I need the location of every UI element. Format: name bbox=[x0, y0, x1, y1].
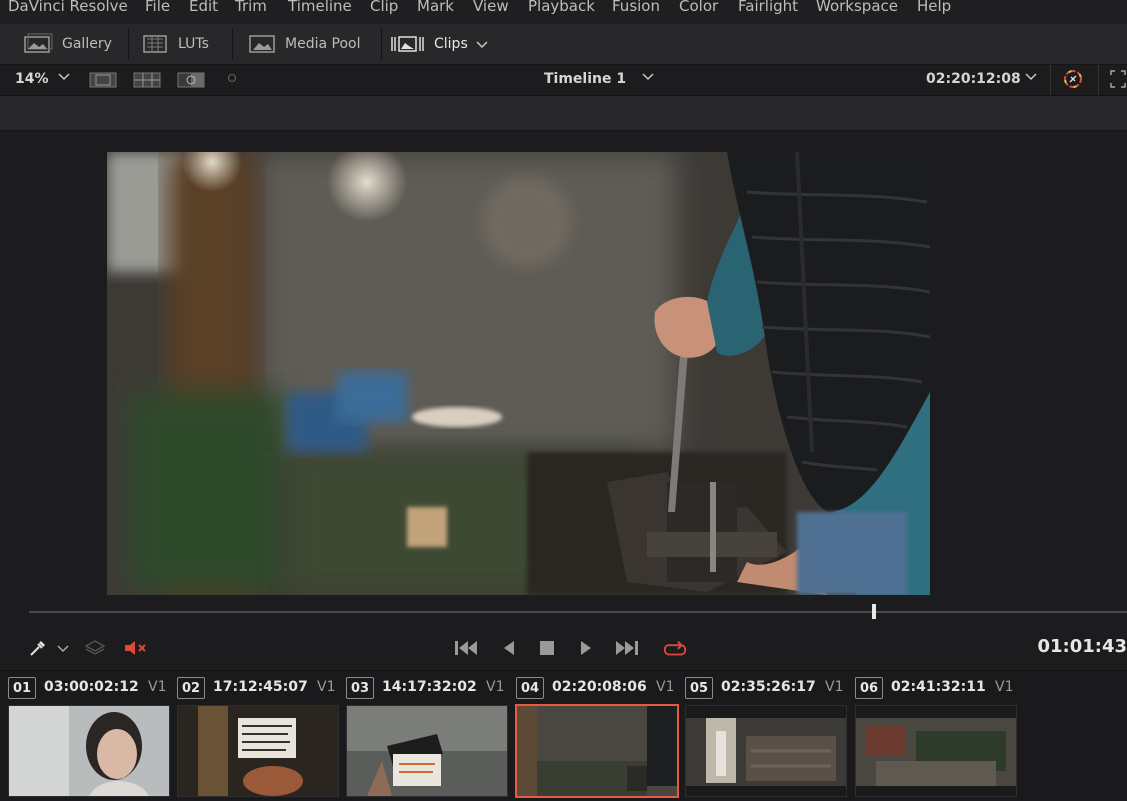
clips-label: Clips bbox=[434, 36, 468, 52]
clip-thumbnail[interactable] bbox=[177, 705, 339, 797]
menu-color[interactable]: Color bbox=[679, 0, 718, 15]
play-icon[interactable] bbox=[573, 637, 599, 659]
viewer-frame[interactable] bbox=[107, 152, 930, 595]
gallery-button[interactable]: Gallery bbox=[22, 30, 112, 58]
clip-item[interactable]: 02 17:12:45:07 V1 bbox=[177, 677, 339, 799]
media-pool-button[interactable]: Media Pool bbox=[247, 30, 360, 58]
clip-number: 04 bbox=[516, 677, 544, 699]
scrubber-track[interactable] bbox=[29, 611, 1127, 613]
scrubber-bar[interactable] bbox=[0, 597, 1127, 627]
menu-fairlight[interactable]: Fairlight bbox=[738, 0, 798, 15]
clip-track: V1 bbox=[825, 679, 844, 695]
viewer-panel bbox=[0, 131, 1127, 596]
zoom-chevron-down-icon[interactable] bbox=[58, 69, 70, 87]
clip-track: V1 bbox=[656, 679, 675, 695]
clip-item-selected[interactable]: 04 02:20:08:06 V1 bbox=[515, 677, 679, 799]
menu-workspace[interactable]: Workspace bbox=[816, 0, 898, 15]
luts-button[interactable]: LUTs bbox=[142, 30, 209, 58]
media-pool-label: Media Pool bbox=[285, 36, 361, 52]
menu-trim[interactable]: Trim bbox=[235, 0, 267, 15]
playhead[interactable] bbox=[872, 604, 877, 619]
menu-app[interactable]: DaVinci Resolve bbox=[8, 0, 128, 15]
timeline-chevron-down-icon[interactable] bbox=[642, 69, 654, 87]
clip-item[interactable]: 03 14:17:32:02 V1 bbox=[346, 677, 508, 799]
viewer-image bbox=[107, 152, 930, 595]
luts-label: LUTs bbox=[178, 36, 209, 52]
toolbar: Gallery LUTs Media Pool Clips bbox=[0, 24, 1127, 65]
menu-clip[interactable]: Clip bbox=[370, 0, 398, 15]
play-reverse-icon[interactable] bbox=[496, 637, 522, 659]
menu-fusion[interactable]: Fusion bbox=[612, 0, 660, 15]
clip-timecode: 02:41:32:11 bbox=[891, 679, 986, 695]
header-divider bbox=[1050, 65, 1051, 95]
clip-thumbnail[interactable] bbox=[515, 704, 679, 798]
menu-mark[interactable]: Mark bbox=[417, 0, 454, 15]
timeline-name[interactable]: Timeline 1 bbox=[544, 71, 626, 87]
toolbar-divider bbox=[232, 28, 233, 60]
clip-timecode: 02:35:26:17 bbox=[721, 679, 816, 695]
gallery-label: Gallery bbox=[62, 36, 112, 52]
viewer-subbar bbox=[0, 96, 1127, 131]
menu-edit[interactable]: Edit bbox=[189, 0, 218, 15]
transport-timecode: 01:01:43 bbox=[1037, 636, 1127, 657]
split-wipe-icon[interactable] bbox=[176, 71, 206, 89]
stop-icon[interactable] bbox=[534, 637, 560, 659]
clips-strip: 01 03:00:02:12 V1 02 17:12:45:07 V1 03 1… bbox=[0, 670, 1127, 801]
menu-timeline[interactable]: Timeline bbox=[288, 0, 352, 15]
clip-timecode: 17:12:45:07 bbox=[213, 679, 308, 695]
clip-item[interactable]: 05 02:35:26:17 V1 bbox=[685, 677, 847, 799]
skip-to-end-icon[interactable] bbox=[614, 637, 640, 659]
clip-track: V1 bbox=[486, 679, 505, 695]
status-dot bbox=[228, 74, 236, 82]
picker-chevron-down-icon[interactable] bbox=[54, 637, 72, 659]
clip-item[interactable]: 01 03:00:02:12 V1 bbox=[8, 677, 170, 799]
single-viewer-icon[interactable] bbox=[88, 71, 118, 89]
color-picker-icon[interactable] bbox=[25, 637, 51, 659]
zoom-level[interactable]: 14% bbox=[15, 71, 49, 87]
loop-icon[interactable] bbox=[662, 637, 688, 659]
clip-track: V1 bbox=[995, 679, 1014, 695]
toolbar-divider bbox=[381, 28, 382, 60]
clip-number: 06 bbox=[855, 677, 883, 699]
clip-thumbnail[interactable] bbox=[855, 705, 1017, 797]
layers-icon[interactable] bbox=[82, 637, 108, 659]
clip-number: 03 bbox=[346, 677, 374, 699]
clip-track: V1 bbox=[317, 679, 336, 695]
clip-number: 05 bbox=[685, 677, 713, 699]
clip-thumbnail[interactable] bbox=[346, 705, 508, 797]
menu-bar: DaVinci Resolve File Edit Trim Timeline … bbox=[0, 0, 1127, 18]
menu-file[interactable]: File bbox=[145, 0, 170, 15]
gallery-icon bbox=[22, 33, 54, 55]
mute-icon[interactable] bbox=[122, 637, 148, 659]
viewer-header: 14% Timeline 1 02:20:12:08 bbox=[0, 65, 1127, 96]
grid-view-icon[interactable] bbox=[132, 71, 162, 89]
clip-thumbnail[interactable] bbox=[8, 705, 170, 797]
timecode-chevron-down-icon[interactable] bbox=[1025, 69, 1037, 87]
clips-button[interactable]: Clips bbox=[390, 30, 488, 58]
luts-icon bbox=[142, 33, 170, 55]
clip-number: 02 bbox=[177, 677, 205, 699]
menu-help[interactable]: Help bbox=[917, 0, 951, 15]
clip-timecode: 02:20:08:06 bbox=[552, 679, 647, 695]
skip-to-start-icon[interactable] bbox=[453, 637, 479, 659]
header-divider bbox=[1098, 65, 1099, 95]
clip-number: 01 bbox=[8, 677, 36, 699]
viewer-timecode: 02:20:12:08 bbox=[926, 71, 1021, 87]
transport-bar: 01:01:43 bbox=[0, 627, 1127, 669]
menu-playback[interactable]: Playback bbox=[528, 0, 595, 15]
clips-icon bbox=[390, 33, 426, 55]
toolbar-divider bbox=[128, 28, 129, 60]
menu-view[interactable]: View bbox=[473, 0, 509, 15]
clip-thumbnail[interactable] bbox=[685, 705, 847, 797]
clip-timecode: 14:17:32:02 bbox=[382, 679, 477, 695]
clip-timecode: 03:00:02:12 bbox=[44, 679, 139, 695]
clip-track: V1 bbox=[148, 679, 167, 695]
media-pool-icon bbox=[247, 33, 277, 55]
color-wheel-icon[interactable] bbox=[1062, 68, 1084, 94]
clip-item[interactable]: 06 02:41:32:11 V1 bbox=[855, 677, 1017, 799]
chevron-down-icon[interactable] bbox=[476, 39, 488, 49]
fullscreen-icon[interactable] bbox=[1110, 70, 1126, 92]
